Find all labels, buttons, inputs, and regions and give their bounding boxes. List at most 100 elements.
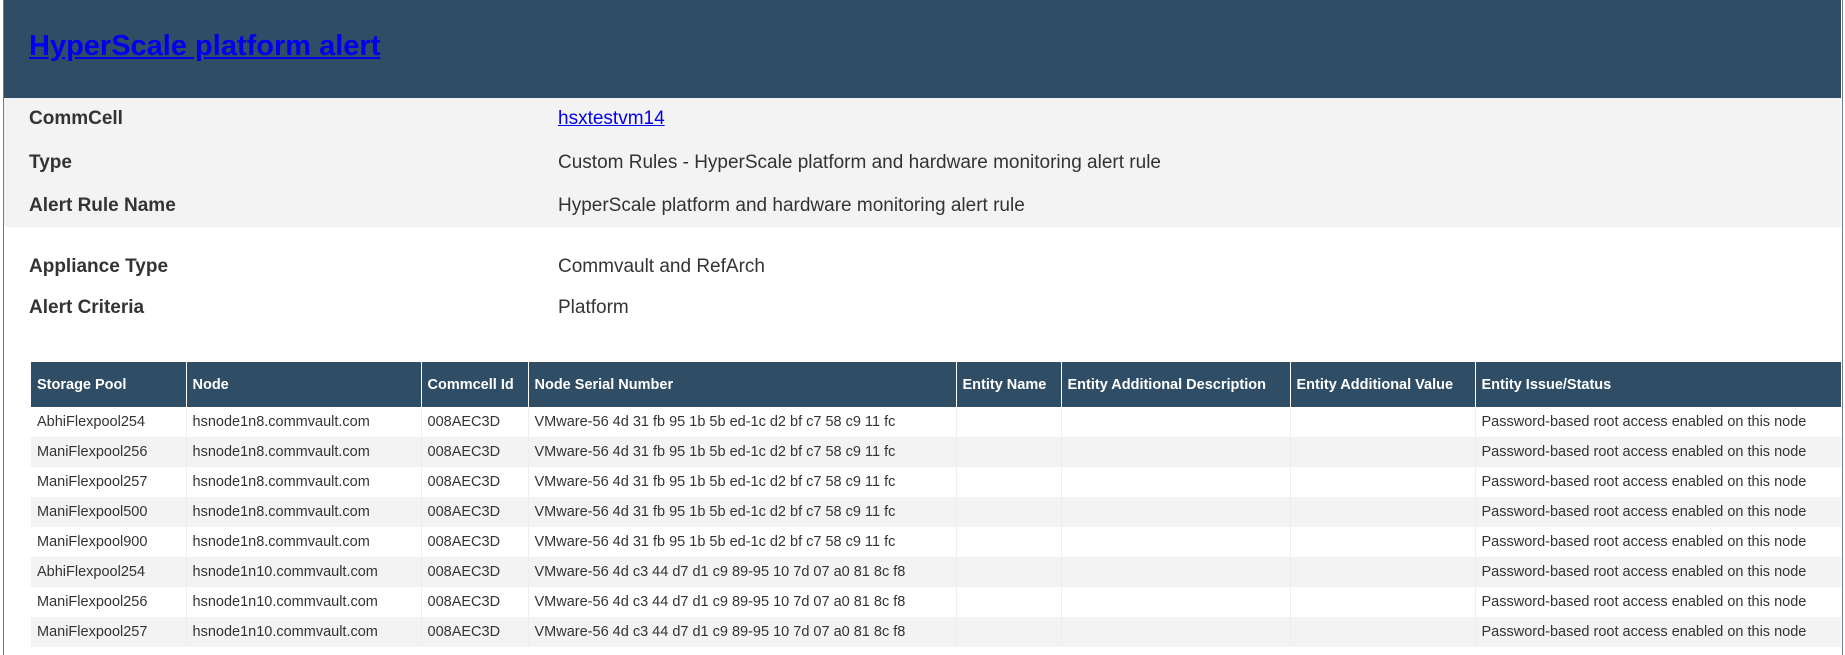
table-row: ManiFlexpool257 hsnode1n8.commvault.com 00… — [31, 467, 1841, 497]
column-header: Commcell Id — [420, 362, 528, 407]
table-row: ManiFlexpool256 hsnode1n8.commvault.com 00… — [31, 437, 1841, 467]
detail-value: Platform — [558, 297, 629, 318]
table-cell — [955, 407, 1061, 437]
table-cell — [955, 617, 1061, 647]
table-cell: hsnode1n8.commvault.com — [185, 527, 421, 557]
table-cell: Password-based root access enabled on th… — [1474, 407, 1841, 437]
detail-label: CommCell — [29, 108, 123, 129]
table-cell — [1289, 587, 1475, 617]
table-cell: Password-based root access enabled on th… — [1474, 557, 1841, 587]
table-cell: VMware-56 4d c3 44 d7 d1 c9 89-95 10 7d … — [527, 617, 956, 647]
detail-row-appliance-type: Appliance Type Commvault and RefArch — [29, 256, 765, 278]
table-cell: AbhiFlexpool254 — [31, 557, 186, 587]
table-row: ManiFlexpool900 hsnode1n8.commvault.com 00… — [31, 527, 1841, 557]
table-cell: VMware-56 4d 31 fb 95 1b 5b ed-1c d2 bf … — [527, 527, 956, 557]
table-cell: VMware-56 4d c3 44 d7 d1 c9 89-95 10 7d … — [527, 587, 956, 617]
table-cell — [1060, 617, 1290, 647]
table-cell — [1289, 467, 1475, 497]
detail-row-alert-criteria: Alert Criteria Platform — [29, 297, 629, 319]
column-header: Node — [185, 362, 421, 407]
table-cell: Password-based root access enabled on th… — [1474, 617, 1841, 647]
table-cell — [1060, 407, 1290, 437]
detail-label: Type — [29, 152, 72, 173]
table-cell: 008AEC3D — [420, 617, 528, 647]
table-cell: AbhiFlexpool254 — [37, 414, 146, 430]
column-header: Entity Additional Description — [1060, 362, 1290, 407]
table-row: ManiFlexpool256 hsnode1n10.commvault.com 0… — [31, 587, 1841, 617]
table-cell — [1289, 497, 1475, 527]
table-cell — [955, 467, 1061, 497]
table-cell: VMware-56 4d 31 fb 95 1b 5b ed-1c d2 bf … — [527, 437, 956, 467]
detail-value: HyperScale platform and hardware monitor… — [558, 195, 1025, 216]
table-cell: VMware-56 4d c3 44 d7 d1 c9 89-95 10 7d … — [527, 557, 956, 587]
table-cell: Password-based root access enabled on th… — [1474, 437, 1841, 467]
table-cell: hsnode1n8.commvault.com — [185, 407, 421, 437]
table-cell — [1060, 437, 1290, 467]
table-cell: 008AEC3D — [420, 407, 528, 437]
table-cell — [1060, 557, 1290, 587]
table-cell: 008AEC3D — [420, 527, 528, 557]
table-cell: ManiFlexpool256 — [37, 594, 148, 610]
table-cell: hsnode1n8.commvault.com — [185, 467, 421, 497]
table-cell — [955, 437, 1061, 467]
table-row: ManiFlexpool257 hsnode1n10.commvault.com 0… — [31, 617, 1841, 647]
column-header: Entity Additional Value — [1289, 362, 1475, 407]
detail-label: Alert Rule Name — [29, 195, 176, 216]
table-cell: hsnode1n8.commvault.com — [185, 437, 421, 467]
table-cell — [1060, 587, 1290, 617]
table-cell — [955, 497, 1061, 527]
table-cell — [1060, 527, 1290, 557]
table-row: AbhiFlexpool254 hsnode1n10.commvault.com 0… — [31, 557, 1841, 587]
column-header: Entity Issue/Status — [1474, 362, 1841, 407]
table-cell: hsnode1n10.commvault.com — [185, 587, 421, 617]
table-cell — [1289, 437, 1475, 467]
detail-label: Alert Criteria — [29, 297, 145, 318]
table-cell: 008AEC3D — [420, 587, 528, 617]
table-row: ManiFlexpool500 hsnode1n8.commvault.com 00… — [31, 497, 1841, 527]
table-cell — [955, 557, 1061, 587]
table-cell — [955, 527, 1061, 557]
table-header-row: Storage Pool Node Commcell Id Node Serial N… — [31, 362, 1841, 407]
table-cell: VMware-56 4d 31 fb 95 1b 5b ed-1c d2 bf … — [527, 497, 956, 527]
detail-row-commcell: CommCell hsxtestvm14 — [29, 108, 665, 130]
table-cell: ManiFlexpool256 — [31, 437, 186, 467]
table-cell: hsnode1n10.commvault.com — [185, 557, 421, 587]
table-cell — [1289, 527, 1475, 557]
column-header: Entity Name — [955, 362, 1061, 407]
table-cell: 008AEC3D — [420, 437, 528, 467]
table-cell — [955, 587, 1061, 617]
alert-summary-section: CommCell hsxtestvm14 Type Custom Rules -… — [4, 98, 1841, 227]
alert-header: HyperScale platform alert — [4, 0, 1841, 98]
alert-details-table: Storage Pool Node Commcell Id Node Serial N… — [31, 362, 1841, 647]
alert-title-link[interactable]: HyperScale platform alert — [29, 30, 380, 63]
table-cell — [1289, 407, 1475, 437]
column-header: Storage Pool — [31, 362, 186, 407]
table-cell — [1289, 617, 1475, 647]
table-cell: hsnode1n10.commvault.com — [185, 617, 421, 647]
table-cell: 008AEC3D — [420, 497, 528, 527]
table-cell — [1289, 557, 1475, 587]
detail-row-alert-rule-name: Alert Rule Name HyperScale platform and … — [29, 195, 1025, 217]
table-cell: ManiFlexpool257 — [31, 617, 186, 647]
table-cell: Password-based root access enabled on th… — [1474, 587, 1841, 617]
detail-label: Appliance Type — [29, 256, 169, 277]
table-cell: Password-based root access enabled on th… — [1474, 527, 1841, 557]
detail-value: Commvault and RefArch — [558, 256, 765, 277]
table-cell: Password-based root access enabled on th… — [1474, 497, 1841, 527]
table-cell — [1060, 467, 1290, 497]
table-cell: ManiFlexpool900 — [37, 534, 148, 550]
table-cell: VMware-56 4d 31 fb 95 1b 5b ed-1c d2 bf … — [527, 467, 956, 497]
column-header: Node Serial Number — [527, 362, 956, 407]
table-cell: ManiFlexpool257 — [37, 474, 148, 490]
table-cell — [1060, 497, 1290, 527]
commcell-link[interactable]: hsxtestvm14 — [558, 108, 665, 129]
alert-criteria-section: Appliance Type Commvault and RefArch Ale… — [4, 227, 1841, 347]
table-cell: Password-based root access enabled on th… — [1474, 467, 1841, 497]
table-cell: ManiFlexpool500 — [31, 497, 186, 527]
detail-row-type: Type Custom Rules - HyperScale platform … — [29, 152, 1161, 174]
detail-value: Custom Rules - HyperScale platform and h… — [558, 152, 1161, 173]
table-cell: VMware-56 4d 31 fb 95 1b 5b ed-1c d2 bf … — [527, 407, 956, 437]
table-cell: hsnode1n8.commvault.com — [185, 497, 421, 527]
table-cell: 008AEC3D — [420, 557, 528, 587]
table-row: AbhiFlexpool254 hsnode1n8.commvault.com 00… — [31, 407, 1841, 437]
